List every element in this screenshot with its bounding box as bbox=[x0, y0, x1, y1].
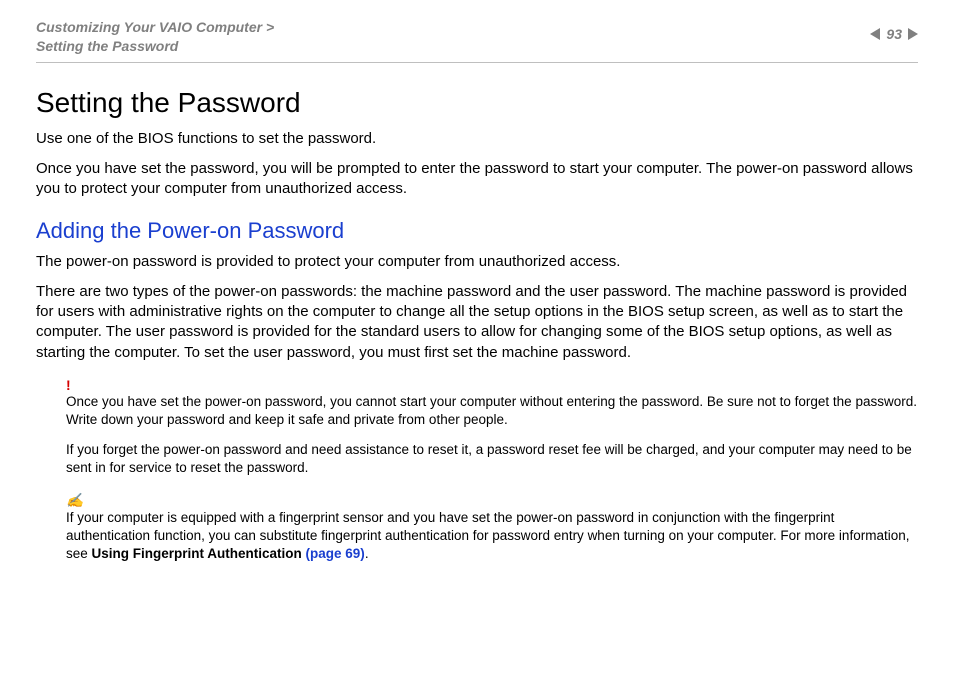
page-title: Setting the Password bbox=[36, 87, 918, 119]
tip-text: If your computer is equipped with a fing… bbox=[66, 509, 918, 564]
tip-icon: ✍ bbox=[66, 492, 918, 509]
warning-text-2: If you forget the power-on password and … bbox=[66, 441, 918, 477]
next-page-icon[interactable] bbox=[908, 28, 918, 40]
warning-text-1: Once you have set the power-on password,… bbox=[66, 393, 918, 429]
section-paragraph-1: The power-on password is provided to pro… bbox=[36, 252, 918, 272]
tip-page-link[interactable]: (page 69) bbox=[306, 546, 365, 561]
warning-icon: ! bbox=[66, 377, 918, 393]
section-paragraph-2: There are two types of the power-on pass… bbox=[36, 282, 918, 363]
page-number: 93 bbox=[886, 26, 902, 42]
breadcrumb-line-1: Customizing Your VAIO Computer > bbox=[36, 19, 274, 35]
header-rule bbox=[36, 62, 918, 63]
page-nav: 93 bbox=[870, 26, 918, 42]
breadcrumb: Customizing Your VAIO Computer > Setting… bbox=[36, 18, 274, 56]
tip-text-post: . bbox=[365, 546, 369, 561]
tip-bold-ref: Using Fingerprint Authentication bbox=[92, 546, 306, 561]
tip-note: ✍ If your computer is equipped with a fi… bbox=[66, 492, 918, 564]
warning-note: ! Once you have set the power-on passwor… bbox=[66, 377, 918, 478]
prev-page-icon[interactable] bbox=[870, 28, 880, 40]
breadcrumb-line-2: Setting the Password bbox=[36, 38, 178, 54]
intro-paragraph-1: Use one of the BIOS functions to set the… bbox=[36, 129, 918, 149]
section-heading: Adding the Power-on Password bbox=[36, 218, 918, 244]
intro-paragraph-2: Once you have set the password, you will… bbox=[36, 159, 918, 200]
